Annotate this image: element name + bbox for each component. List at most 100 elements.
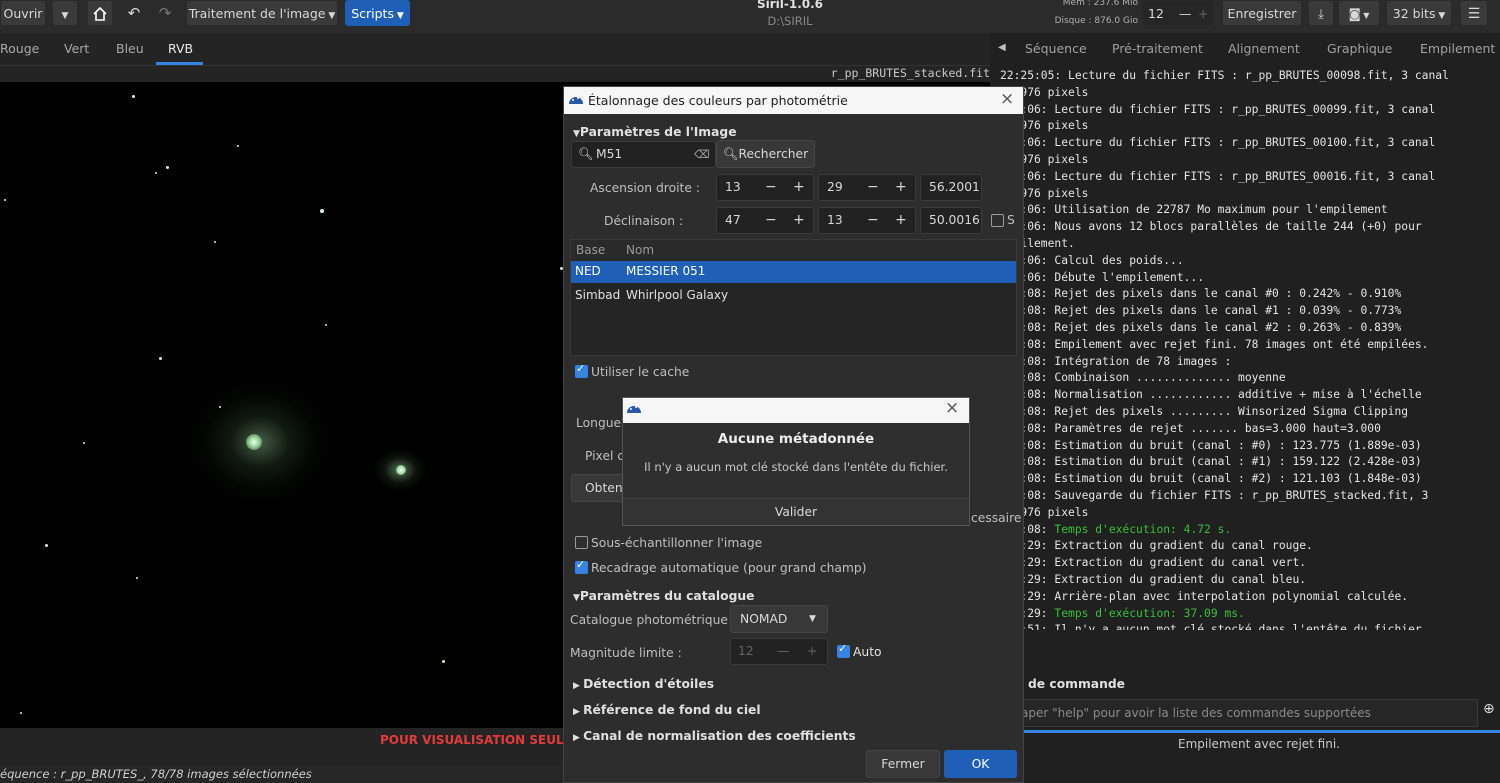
- close-icon[interactable]: ×: [1000, 89, 1014, 109]
- use-cache-checkbox[interactable]: [575, 362, 588, 378]
- minus-icon[interactable]: −: [765, 208, 777, 233]
- tab-preprocessing[interactable]: Pré-traitement: [1112, 41, 1203, 56]
- sky-background-section[interactable]: ▶ Référence de fond du ciel: [573, 703, 761, 717]
- bitdepth-menu[interactable]: 32 bits ▼: [1386, 0, 1452, 26]
- redo-button[interactable]: ↷: [152, 0, 178, 26]
- disk-usage: Disque : 876.0 Gio: [1054, 16, 1138, 26]
- dec-seconds-input[interactable]: 50.0016: [920, 207, 982, 234]
- save-button[interactable]: Enregistrer: [1222, 0, 1302, 26]
- plus-icon[interactable]: +: [1198, 1, 1208, 27]
- tab-plot[interactable]: Graphique: [1327, 41, 1392, 56]
- star: [442, 660, 445, 663]
- tab-rvb[interactable]: RVB: [168, 41, 193, 56]
- image-processing-menu[interactable]: Traitement de l'image ▼: [186, 0, 338, 26]
- log-line: 25:08: Estimation du bruit (canal : #2) …: [1000, 471, 1500, 488]
- tab-stacking[interactable]: Empilement: [1420, 41, 1495, 56]
- mag-limit-spinner[interactable]: 12 — +: [730, 638, 828, 665]
- command-help-icon[interactable]: ⊕: [1483, 701, 1500, 725]
- chevron-down-icon: ▼: [1435, 11, 1446, 21]
- image-params-section[interactable]: ▼Paramètres de l'Image: [573, 125, 737, 139]
- ok-button[interactable]: OK: [944, 750, 1017, 778]
- clear-icon[interactable]: ⌫: [694, 142, 710, 167]
- tab-registration[interactable]: Alignement: [1228, 41, 1300, 56]
- save-as-button[interactable]: ⤓: [1308, 0, 1334, 26]
- popup-message: Il n'y a aucun mot clé stocké dans l'ent…: [644, 460, 948, 474]
- minus-icon[interactable]: —: [777, 639, 789, 664]
- undo-icon: ↶: [127, 4, 141, 22]
- tab-rouge[interactable]: Rouge: [0, 41, 39, 56]
- header-bar: Ouvrir ▼ ↶ ↷ Traitement de l'image ▼ Scr…: [0, 0, 1500, 34]
- search-button[interactable]: 🔍︎Rechercher: [716, 140, 815, 168]
- open-button[interactable]: Ouvrir: [0, 0, 46, 26]
- ra-minutes-spinner[interactable]: 29 − +: [818, 174, 916, 201]
- object-search-input[interactable]: 🔍︎ M51 ⌫: [571, 141, 716, 168]
- redo-icon: ↷: [158, 4, 172, 22]
- close-button[interactable]: Fermer: [866, 750, 940, 778]
- log-line: 25:08: Combinaison .............. moyenn…: [1000, 370, 1500, 387]
- south-checkbox[interactable]: [991, 214, 1004, 227]
- log-text: 22:25:05: Lecture du fichier FITS : r_pp…: [1000, 69, 1449, 82]
- dialog-titlebar: Étalonnage des couleurs par photométrie …: [564, 87, 1023, 114]
- catalog-select[interactable]: NOMAD ▼: [730, 605, 828, 633]
- log-text: 25:08: Estimation du bruit (canal : #1) …: [1000, 455, 1422, 469]
- table-row[interactable]: NED MESSIER 051: [571, 261, 1016, 283]
- minus-icon[interactable]: −: [867, 208, 879, 233]
- minus-icon[interactable]: −: [867, 175, 879, 200]
- ok-button-label: OK: [971, 757, 990, 771]
- log-text: 25:08: Rejet des pixels dans le canal #2…: [1000, 320, 1402, 334]
- downsample-checkbox[interactable]: [575, 536, 588, 549]
- open-dropdown-button[interactable]: ▼: [52, 0, 78, 26]
- panel-collapse-icon[interactable]: ◀: [998, 42, 1006, 53]
- log-text: 25:29: Extraction du gradient du canal v…: [1000, 556, 1307, 570]
- tab-vert[interactable]: Vert: [64, 41, 89, 56]
- column-header-nom[interactable]: Nom: [626, 243, 654, 257]
- downsample-label: Sous-échantillonner l'image: [591, 536, 763, 550]
- minus-icon[interactable]: —: [1179, 1, 1192, 27]
- tab-label: Rouge: [0, 41, 40, 56]
- tab-label: Bleu: [116, 41, 144, 56]
- scripts-menu[interactable]: Scripts ▼: [345, 0, 410, 26]
- tab-bleu[interactable]: Bleu: [116, 41, 144, 56]
- plus-icon[interactable]: +: [895, 175, 907, 200]
- close-icon[interactable]: ×: [945, 398, 959, 418]
- log-text: 25:29: Extraction du gradient du canal b…: [1000, 572, 1307, 586]
- log-text: 25:08: Rejet des pixels dans le canal #0…: [1000, 287, 1402, 301]
- auto-mag-checkbox[interactable]: [837, 642, 850, 658]
- log-line: 25:08: Temps d'exécution: 4.72 s.: [1000, 522, 1500, 539]
- normalization-section[interactable]: ▶ Canal de normalisation des coefficient…: [573, 729, 856, 743]
- plus-icon[interactable]: +: [807, 639, 817, 664]
- app-title: Siril-1.0.6: [756, 0, 824, 11]
- dec-minutes-spinner[interactable]: 13 − +: [818, 207, 916, 234]
- column-header-base[interactable]: Base: [576, 243, 605, 257]
- ra-hours-value: 13: [725, 180, 741, 194]
- threads-spinner[interactable]: 12 — +: [1142, 0, 1214, 26]
- ra-seconds-input[interactable]: 56.2001: [920, 174, 982, 201]
- plus-icon[interactable]: +: [793, 208, 805, 233]
- plus-icon[interactable]: +: [895, 208, 907, 233]
- open-label: Ouvrir: [3, 6, 43, 21]
- ra-hours-spinner[interactable]: 13 − +: [716, 174, 814, 201]
- home-button[interactable]: [87, 0, 113, 26]
- plus-icon[interactable]: +: [793, 175, 805, 200]
- minus-icon[interactable]: −: [765, 175, 777, 200]
- log-line: 04x976 pixels: [1000, 152, 1500, 169]
- status-text: équence : r_pp_BRUTES_, 78/78 images sél…: [0, 767, 312, 781]
- command-input[interactable]: aper "help" pour avoir la liste des comm…: [1018, 699, 1478, 727]
- table-row[interactable]: Simbad Whirlpool Galaxy: [571, 285, 1016, 307]
- catalog-params-section[interactable]: ▼Paramètres du catalogue: [573, 589, 754, 603]
- hamburger-menu-button[interactable]: ☰: [1460, 0, 1488, 26]
- dec-degrees-spinner[interactable]: 47 − +: [716, 207, 814, 234]
- section-label: Canal de normalisation des coefficients: [583, 729, 856, 743]
- autocrop-checkbox[interactable]: [575, 558, 588, 574]
- log-text: 25:06: Nous avons 12 blocs parallèles de…: [1000, 220, 1422, 234]
- tab-label: Alignement: [1228, 41, 1300, 56]
- log-text: 25:29: Arrière-plan avec interpolation p…: [1000, 589, 1409, 603]
- star: [325, 324, 327, 326]
- validate-button[interactable]: Valider: [623, 498, 969, 525]
- tab-sequence[interactable]: Séquence: [1025, 41, 1087, 56]
- snapshot-button[interactable]: ◙ ▼: [1338, 0, 1380, 26]
- star-detection-section[interactable]: ▶ Détection d'étoiles: [573, 677, 714, 691]
- row-nom: Whirlpool Galaxy: [626, 288, 729, 302]
- log-line: 25:06: Nous avons 12 blocs parallèles de…: [1000, 219, 1500, 236]
- undo-button[interactable]: ↶: [121, 0, 147, 26]
